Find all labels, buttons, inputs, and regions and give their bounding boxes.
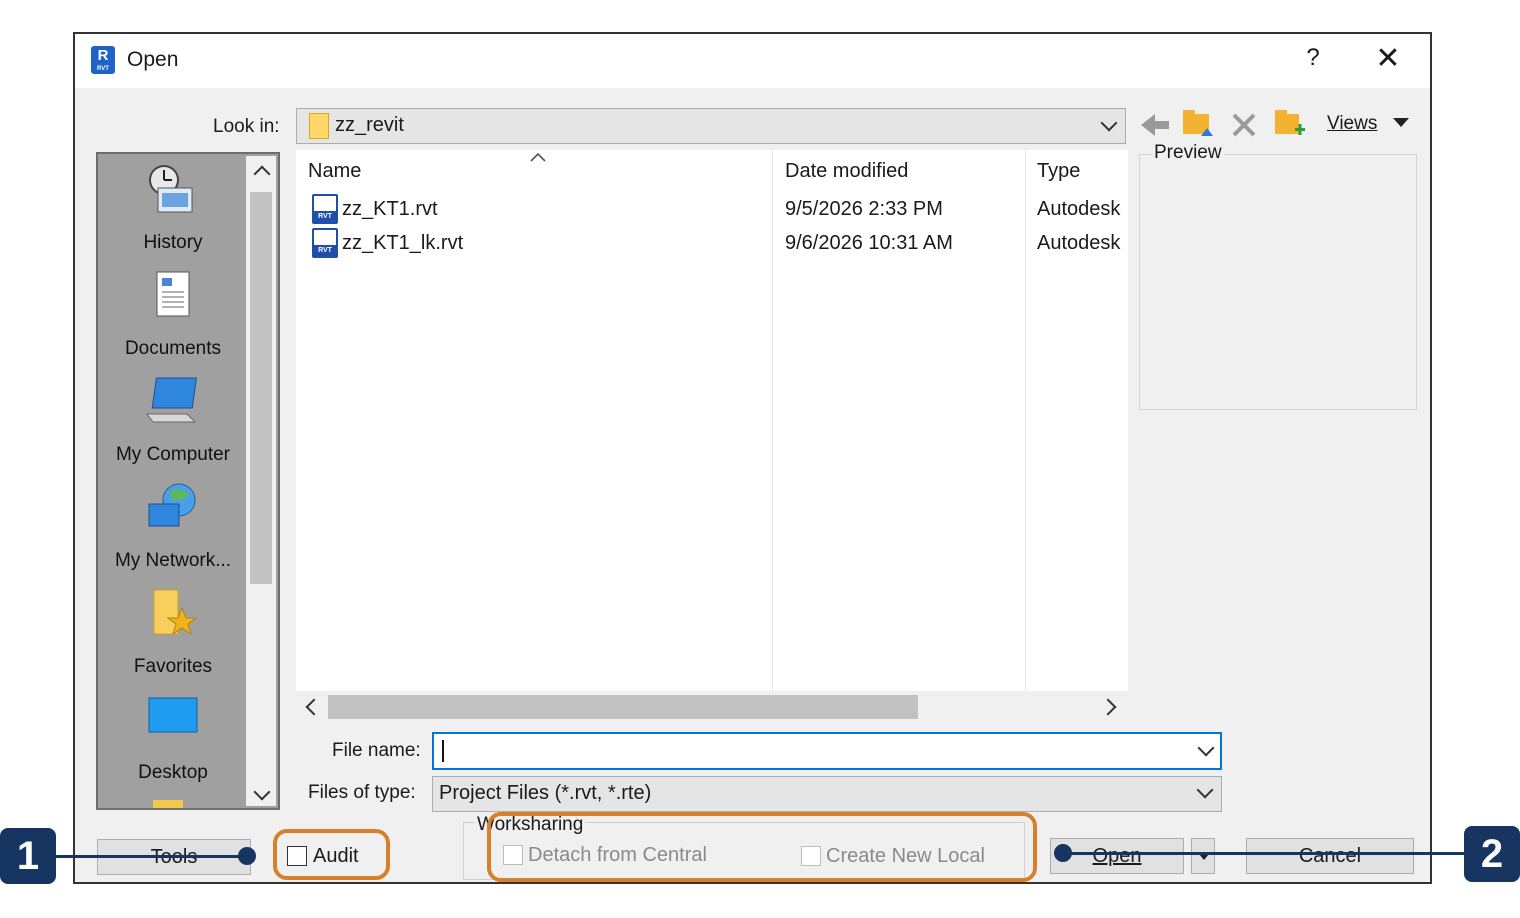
callout-leader-1 <box>56 855 246 858</box>
files-of-type-value: Project Files (*.rvt, *.rte) <box>439 782 652 804</box>
scroll-up-icon[interactable] <box>253 165 271 183</box>
help-button[interactable]: ? <box>1301 44 1325 72</box>
my-network-icon <box>148 483 196 527</box>
title-bar: R RVT Open ? ✕ <box>75 34 1430 88</box>
sort-ascending-icon <box>530 152 546 162</box>
look-in-combo[interactable]: zz_revit <box>296 108 1126 144</box>
scroll-down-icon[interactable] <box>253 783 271 801</box>
revit-app-icon: R RVT <box>91 46 115 74</box>
callout-badge-1: 1 <box>0 828 56 884</box>
place-label: History <box>143 232 203 253</box>
open-dialog: R RVT Open ? ✕ Look in: zz_revit Views H… <box>73 32 1432 884</box>
look-in-label: Look in: <box>213 116 280 137</box>
new-folder-icon[interactable] <box>1273 106 1307 140</box>
callout-leader-2 <box>1062 852 1464 855</box>
views-button[interactable]: Views <box>1327 113 1377 135</box>
chevron-down-icon <box>1196 781 1214 799</box>
dialog-title: Open <box>127 48 179 71</box>
file-date-cell: 9/5/2026 2:33 PM <box>785 198 943 220</box>
column-separator[interactable] <box>772 150 773 693</box>
file-name-cell: zz_KT1.rvt <box>342 198 438 220</box>
more-place-icon <box>153 800 183 808</box>
audit-highlight <box>273 829 390 880</box>
desktop-icon <box>148 697 198 733</box>
column-header-type[interactable]: Type <box>1037 160 1080 183</box>
file-type-cell: Autodesk <box>1037 232 1121 254</box>
place-label: Favorites <box>133 656 213 677</box>
place-label: My Computer <box>115 444 231 465</box>
delete-icon[interactable] <box>1231 112 1257 138</box>
rvt-file-icon: RVT <box>312 228 338 258</box>
preview-pane <box>1139 154 1417 410</box>
place-label: Desktop <box>138 762 208 783</box>
column-header-name[interactable]: Name <box>308 160 361 183</box>
chevron-down-icon <box>1100 114 1118 132</box>
up-folder-icon[interactable] <box>1181 106 1215 140</box>
worksharing-highlight <box>487 812 1037 882</box>
documents-icon <box>156 271 190 317</box>
favorites-icon <box>153 589 198 636</box>
scroll-thumb[interactable] <box>250 192 272 584</box>
preview-label: Preview <box>1152 142 1224 164</box>
scroll-left-icon[interactable] <box>305 698 323 716</box>
views-dropdown-icon[interactable] <box>1393 118 1409 128</box>
places-bar: History Documents My Computer My Network… <box>96 152 280 810</box>
scroll-right-icon[interactable] <box>1099 698 1117 716</box>
cancel-button[interactable]: Cancel <box>1246 838 1414 874</box>
files-of-type-select[interactable]: Project Files (*.rvt, *.rte) <box>432 776 1222 812</box>
hscroll-thumb[interactable] <box>328 695 918 719</box>
chevron-down-icon[interactable] <box>1197 739 1215 757</box>
file-name-label: File name: <box>332 740 421 761</box>
open-dropdown-button[interactable] <box>1191 838 1215 874</box>
file-type-cell: Autodesk <box>1037 198 1121 220</box>
callout-badge-2: 2 <box>1464 826 1520 882</box>
column-separator[interactable] <box>1025 150 1026 693</box>
file-list: Name Date modified Type RVT zz_KT1.rvt 9… <box>296 150 1128 693</box>
file-list-hscrollbar[interactable] <box>296 691 1128 723</box>
file-name-cell: zz_KT1_lk.rvt <box>342 232 464 254</box>
places-scrollbar[interactable] <box>246 156 276 806</box>
callout-dot-1 <box>238 847 256 865</box>
column-header-date[interactable]: Date modified <box>785 160 908 183</box>
files-of-type-label: Files of type: <box>308 782 416 803</box>
file-name-input[interactable] <box>432 732 1222 770</box>
folder-icon <box>309 113 329 139</box>
text-cursor <box>442 740 444 762</box>
rvt-file-icon: RVT <box>312 194 338 224</box>
place-label: Documents <box>124 338 222 359</box>
look-in-value: zz_revit <box>335 114 404 136</box>
file-date-cell: 9/6/2026 10:31 AM <box>785 232 953 254</box>
history-icon <box>149 165 193 213</box>
callout-dot-2 <box>1054 844 1072 862</box>
back-arrow-icon[interactable] <box>1139 110 1171 140</box>
place-label: My Network... <box>114 550 232 571</box>
my-computer-icon <box>146 377 198 423</box>
close-button[interactable]: ✕ <box>1371 42 1405 76</box>
